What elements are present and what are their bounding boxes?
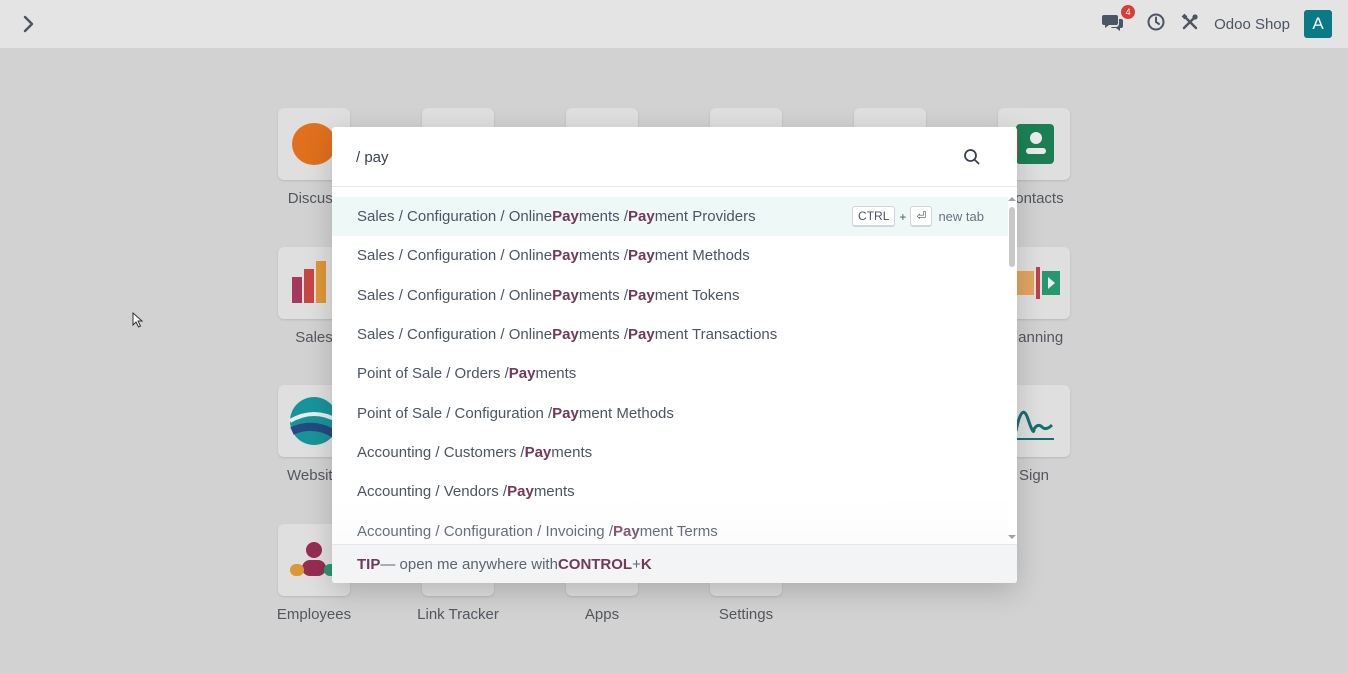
scroll-down-arrow-icon[interactable] [1008,535,1016,539]
plus-sign: + [899,209,907,224]
result-text: ments / [578,286,629,304]
command-palette: Sales / Configuration / Online Payments … [332,127,1017,583]
tip-plus: + [632,555,641,573]
search-input[interactable] [356,145,936,169]
result-text: ments [533,483,575,501]
new-tab-label: new tab [938,209,984,224]
result-text: Point of Sale / Orders / [357,365,509,383]
result-text: ments / [578,326,629,344]
result-item[interactable]: Accounting / Customers / Pay ments [332,433,1008,472]
result-item[interactable]: Sales / Configuration / Online Pay ments … [332,276,1008,315]
mouse-pointer-icon [132,311,144,333]
match-highlight: Pay [628,247,655,265]
match-highlight: Pay [507,483,534,501]
match-highlight: Pay [508,365,536,383]
chat-bubbles-icon [1102,12,1124,37]
result-item[interactable]: Point of Sale / Configuration / Pay ment … [332,393,1008,432]
tip-text: — open me anywhere with [380,555,558,573]
result-text: ments [535,365,577,383]
result-text: ment Transactions [654,326,778,344]
result-text: ment Providers [654,208,756,226]
result-text: ment Terms [639,522,718,540]
search-row [332,127,1017,187]
result-text: Sales / Configuration / Online [357,247,553,265]
result-text: ments / [578,208,629,226]
match-highlight: Pay [612,522,640,540]
result-text: Accounting / Customers / [357,443,525,461]
result-item[interactable]: Sales / Configuration / Online Pay ments … [332,315,1008,354]
result-item[interactable]: Point of Sale / Orders / Pay ments [332,354,1008,393]
result-text: Accounting / Vendors / [357,483,508,501]
result-text: ments / [578,247,629,265]
tip-key-k: K [640,555,652,573]
result-text: ment Methods [578,404,674,422]
match-highlight: Pay [552,326,579,344]
result-item[interactable]: Sales / Configuration / Online Pay ments … [332,197,1008,237]
enter-key-icon: ⏎ [910,206,933,227]
match-highlight: Pay [628,286,655,304]
messages-badge: 4 [1121,4,1136,19]
result-item[interactable]: Accounting / Vendors / Pay ments [332,472,1008,511]
results-list: Sales / Configuration / Online Pay ments … [332,197,1008,544]
results-scrollbar[interactable] [1008,197,1016,539]
result-text: Accounting / Configuration / Invoicing / [357,522,613,540]
new-tab-hint: CTRL + ⏎ new tab [852,206,984,227]
navbar: 4 Odoo Shop A [0,0,1348,48]
result-item[interactable]: Accounting / Configuration / Invoicing /… [332,511,1008,544]
result-text: Sales / Configuration / Online [357,326,553,344]
clock-icon [1146,12,1166,37]
messaging-menu[interactable]: 4 [1102,4,1136,37]
tools-icon [1180,12,1200,37]
tip-label: TIP [357,555,381,573]
activity-menu[interactable] [1146,12,1166,37]
company-name[interactable]: Odoo Shop [1214,16,1290,33]
search-icon[interactable] [962,147,982,167]
result-item[interactable]: Sales / Configuration / Online Pay ments … [332,236,1008,275]
result-text: ments [551,443,593,461]
match-highlight: Pay [552,286,579,304]
tip-footer: TIP — open me anywhere with CONTROL + K [332,544,1017,583]
result-text: ment Tokens [654,286,740,304]
tip-key-control: CONTROL [557,555,633,573]
systray: 4 Odoo Shop A [1088,4,1332,39]
scrollbar-thumb[interactable] [1009,207,1015,267]
user-avatar[interactable]: A [1304,10,1332,38]
result-text: Sales / Configuration / Online [357,208,553,226]
ctrl-key: CTRL [852,206,896,227]
result-text: Point of Sale / Configuration / [357,404,553,422]
match-highlight: Pay [524,443,552,461]
debug-menu[interactable] [1180,12,1200,37]
result-text: Sales / Configuration / Online [357,286,553,304]
match-highlight: Pay [628,208,655,226]
chevron-right-icon[interactable] [18,13,40,35]
scroll-up-arrow-icon[interactable] [1008,197,1016,201]
result-text: ment Methods [654,247,750,265]
match-highlight: Pay [552,247,579,265]
match-highlight: Pay [552,404,579,422]
match-highlight: Pay [628,326,655,344]
match-highlight: Pay [552,208,579,226]
